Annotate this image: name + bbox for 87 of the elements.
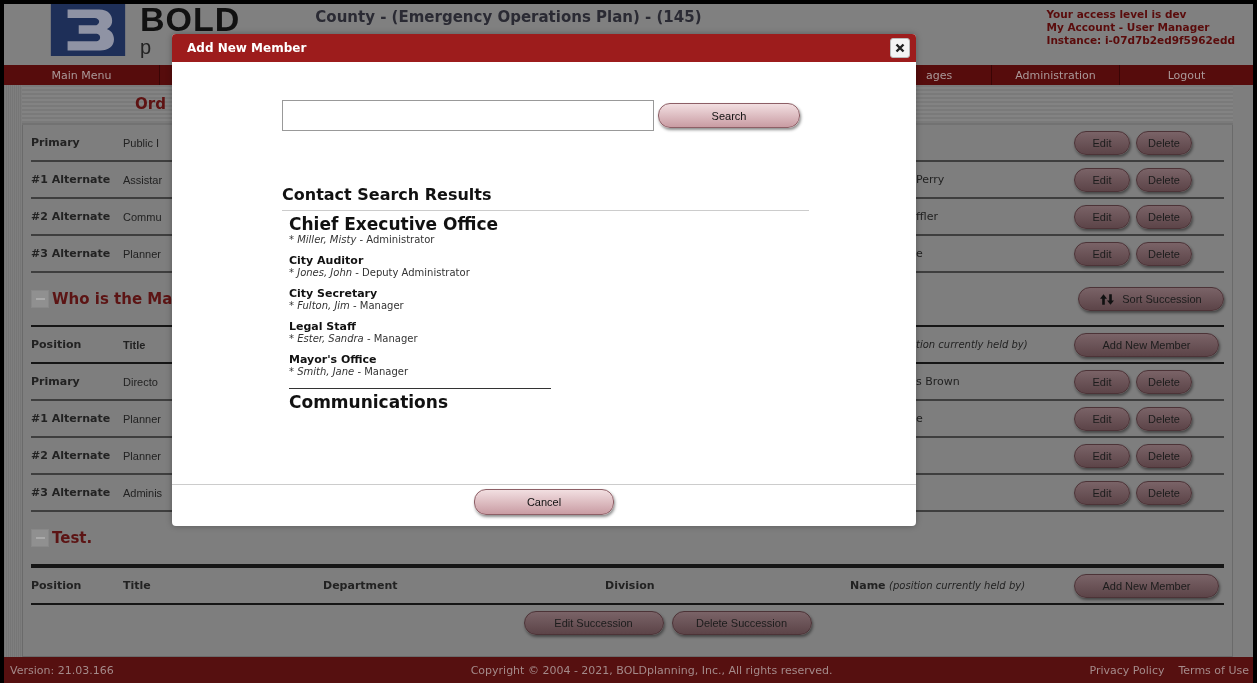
logo-text: BOLD — [140, 4, 241, 34]
account-info[interactable]: My Account - User Manager — [1046, 21, 1235, 34]
column-header: Position — [31, 338, 83, 351]
succession-button[interactable]: Edit Succession — [523, 611, 664, 635]
table-cell: e — [916, 412, 923, 425]
table-cell-text: #1 Alternate — [31, 173, 112, 186]
cancel-button[interactable]: Cancel — [474, 489, 614, 515]
delete-button[interactable]: Delete — [1136, 406, 1192, 431]
account-info: Your access level is dev — [1046, 8, 1188, 21]
department-heading: Chief Executive Office — [289, 214, 500, 234]
delete-button[interactable]: Delete — [1136, 480, 1192, 505]
logo-subtext: p — [140, 36, 152, 58]
up-down-arrows-icon — [1100, 293, 1115, 305]
table-cell: e — [916, 247, 923, 260]
table-cell-text: #3 Alternate — [31, 247, 112, 260]
delete-button[interactable]: Delete — [1136, 369, 1192, 394]
table-cell-text: Commu — [123, 210, 163, 223]
edit-button[interactable]: Edit — [1074, 130, 1130, 155]
position-title: Legal Staff — [289, 320, 357, 333]
search-button[interactable]: Search — [658, 103, 800, 128]
delete-button[interactable]: Delete — [1136, 443, 1192, 468]
position-title: City Secretary — [289, 287, 379, 300]
table-cell-text: Adminis — [123, 486, 164, 499]
page-heading: Ord — [135, 95, 166, 113]
column-header: Position — [31, 579, 83, 592]
edit-button[interactable]: Edit — [1074, 443, 1130, 468]
contact-link[interactable]: *Miller, Misty - Administrator — [289, 234, 551, 245]
close-icon[interactable] — [895, 43, 905, 53]
nav-item[interactable]: Logout — [1120, 65, 1253, 85]
table-cell-text: Primary — [31, 375, 81, 388]
table-cell-text: Planner — [123, 412, 162, 425]
delete-button[interactable]: Delete — [1136, 167, 1192, 192]
succession-button[interactable]: Delete Succession — [671, 611, 812, 635]
account-info: Instance: i-07d7b2ed9f5962edd — [1046, 34, 1235, 47]
position-title: City Auditor — [289, 254, 365, 267]
collapse-icon[interactable] — [31, 290, 49, 308]
modal-title: Add New Member — [187, 41, 307, 55]
edit-button[interactable]: Edit — [1074, 241, 1130, 266]
logo-icon — [48, 4, 128, 56]
edit-button[interactable]: Edit — [1074, 480, 1130, 505]
contact-link[interactable]: *Jones, John - Deputy Administrator — [289, 267, 551, 278]
edit-button[interactable]: Edit — [1074, 167, 1130, 192]
footer-link[interactable]: Terms of Use — [1178, 663, 1249, 677]
add-member-button[interactable]: Add New Member — [1074, 573, 1219, 598]
table-cell-text: Planner — [123, 449, 162, 462]
table-cell-text: Primary — [31, 136, 81, 149]
plan-title: County - (Emergency Operations Plan) - (145) — [315, 8, 702, 26]
version-text: Version: 21.03.166 — [10, 663, 114, 677]
column-note: tion currently held by) — [915, 339, 1029, 350]
add-member-button[interactable]: Add New Member — [1074, 332, 1219, 357]
close-button[interactable] — [890, 38, 910, 58]
collapse-icon[interactable] — [31, 529, 49, 547]
table-cell-text: Public I — [123, 136, 161, 149]
footer-link[interactable]: Privacy Policy — [1089, 663, 1165, 677]
edit-button[interactable]: Edit — [1074, 406, 1130, 431]
copyright-text: Copyright © 2004 - 2021, BOLDplanning, Inc., All rights reserved. — [469, 663, 833, 677]
table-cell: Perry — [916, 173, 945, 186]
table-cell-text: #2 Alternate — [31, 210, 112, 223]
table-cell-text: Directo — [123, 375, 159, 388]
table-cell-text: #1 Alternate — [31, 412, 112, 425]
contact-link[interactable]: *Smith, Jane - Manager — [289, 366, 551, 377]
column-header: Title — [123, 338, 147, 351]
delete-button[interactable]: Delete — [1136, 130, 1192, 155]
table-cell-text: Planner — [123, 247, 162, 260]
section-title: Who is the Ma — [52, 290, 173, 308]
table-cell-text: #2 Alternate — [31, 449, 112, 462]
edit-button[interactable]: Edit — [1074, 369, 1130, 394]
contact-link[interactable]: *Ester, Sandra - Manager — [289, 333, 551, 344]
search-field[interactable] — [282, 100, 654, 131]
column-note: (position currently held by) — [889, 580, 1026, 591]
contact-link[interactable]: *Fulton, Jim - Manager — [289, 300, 551, 311]
table-cell-text: #3 Alternate — [31, 486, 112, 499]
delete-button[interactable]: Delete — [1136, 241, 1192, 266]
edit-button[interactable]: Edit — [1074, 204, 1130, 229]
delete-button[interactable]: Delete — [1136, 204, 1192, 229]
department-heading: Communications — [289, 392, 450, 412]
column-header: Title — [123, 579, 152, 592]
column-header: Division — [605, 579, 656, 592]
results-heading: Contact Search Results — [282, 185, 809, 211]
table-cell-text: Assistar — [123, 173, 164, 186]
table-cell: ffler — [916, 210, 938, 223]
sort-succession-button[interactable]: Sort Succession — [1078, 287, 1224, 311]
table-cell: s Brown — [916, 375, 960, 388]
column-header: Department — [323, 579, 399, 592]
position-title: Mayor's Office — [289, 353, 378, 366]
section-title: Test. — [52, 529, 93, 547]
column-header: Name — [850, 579, 886, 592]
